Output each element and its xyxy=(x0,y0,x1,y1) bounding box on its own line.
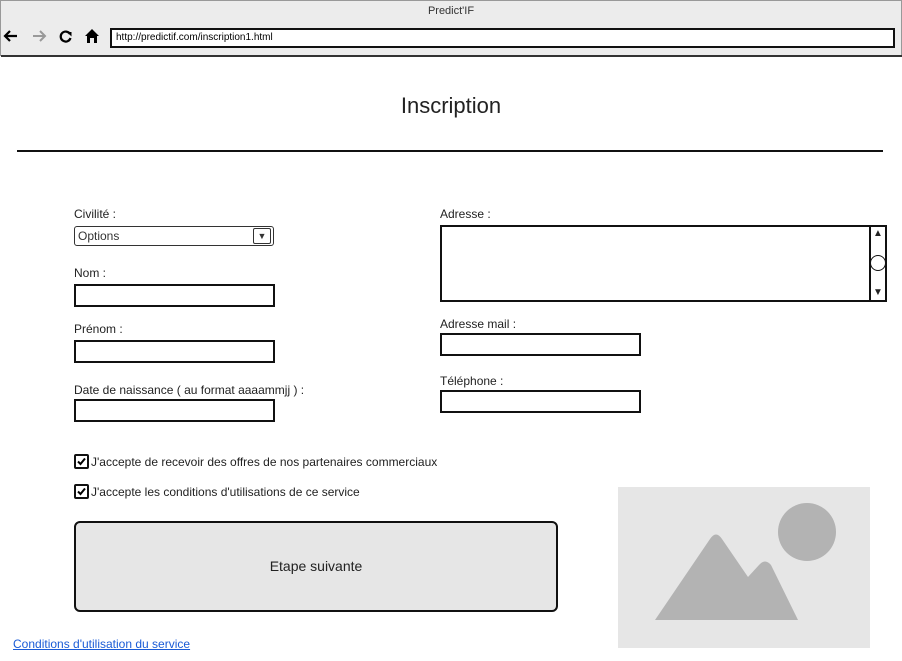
conditions-link[interactable]: Conditions d'utilisation du service xyxy=(13,637,190,651)
checkmark-icon xyxy=(77,457,86,466)
conditions-checkbox-row[interactable]: J'accepte les conditions d'utilisations … xyxy=(74,484,360,499)
offres-checkbox-row[interactable]: J'accepte de recevoir des offres de nos … xyxy=(74,454,437,469)
offres-checkbox[interactable] xyxy=(74,454,89,469)
home-icon[interactable] xyxy=(84,26,100,46)
window-title-bar: Predict'IF xyxy=(0,0,902,22)
prenom-label: Prénom : xyxy=(74,322,123,336)
window-title: Predict'IF xyxy=(427,5,475,17)
conditions-checkbox[interactable] xyxy=(74,484,89,499)
scroll-thumb[interactable] xyxy=(870,255,886,271)
telephone-label: Téléphone : xyxy=(440,374,504,388)
dropdown-arrow-icon[interactable]: ▼ xyxy=(253,228,271,244)
adresse-label: Adresse : xyxy=(440,207,491,221)
reload-icon[interactable] xyxy=(58,26,74,46)
nom-label: Nom : xyxy=(74,266,107,280)
browser-toolbar: http://predictif.com/inscription1.html xyxy=(0,22,902,57)
adresse-textarea[interactable] xyxy=(440,225,871,302)
next-step-button[interactable]: Etape suivante xyxy=(74,521,558,612)
offres-checkbox-label: J'accepte de recevoir des offres de nos … xyxy=(91,455,438,469)
telephone-input[interactable] xyxy=(440,390,641,413)
date-naissance-label: Date de naissance ( au format aaaammjj )… xyxy=(74,383,305,397)
adresse-mail-label: Adresse mail : xyxy=(440,317,517,331)
title-divider xyxy=(17,150,883,152)
scroll-down-icon[interactable]: ▼ xyxy=(871,286,885,300)
civilite-label: Civilité : xyxy=(74,207,117,221)
scroll-up-icon[interactable]: ▲ xyxy=(871,227,885,241)
civilite-selected-value: Options xyxy=(78,229,120,243)
nom-input[interactable] xyxy=(74,284,275,307)
adresse-scrollbar[interactable]: ▲ ▼ xyxy=(869,225,887,302)
page-title: Inscription xyxy=(400,93,502,118)
address-bar[interactable]: http://predictif.com/inscription1.html xyxy=(110,28,895,48)
image-placeholder xyxy=(618,487,870,648)
conditions-checkbox-label: J'accepte les conditions d'utilisations … xyxy=(91,485,360,499)
checkmark-icon xyxy=(77,487,86,496)
image-placeholder-icon xyxy=(655,503,836,620)
civilite-select[interactable]: Options ▼ xyxy=(74,226,274,246)
adresse-mail-input[interactable] xyxy=(440,333,641,356)
forward-arrow-icon[interactable] xyxy=(31,26,47,46)
back-arrow-icon[interactable] xyxy=(3,26,19,46)
date-naissance-input[interactable] xyxy=(74,399,275,422)
prenom-input[interactable] xyxy=(74,340,275,363)
toolbar-divider xyxy=(1,55,902,57)
